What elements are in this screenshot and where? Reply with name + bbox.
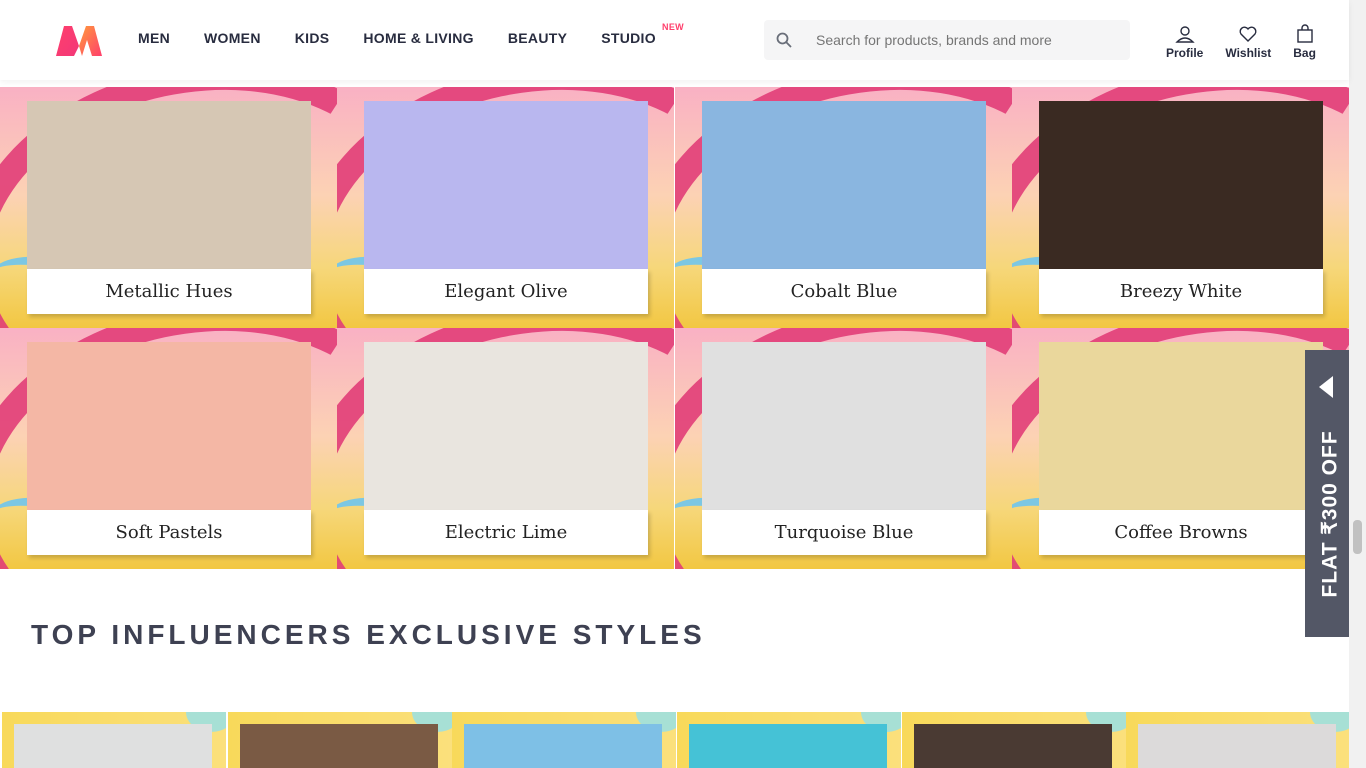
collapse-arrow-icon[interactable] [1319,376,1333,398]
nav-studio-label: STUDIO [601,30,656,46]
color-tile[interactable]: Cobalt Blue [675,87,1012,328]
heart-icon [1239,26,1257,42]
influencer-photo[interactable] [914,724,1112,768]
influencer-photo[interactable] [464,724,662,768]
bag-button[interactable]: Bag [1293,24,1316,60]
studio-logo-icon [416,730,434,750]
page-scrollbar[interactable] [1349,0,1366,768]
influencer-card[interactable] [1126,712,1350,768]
tile-photo[interactable] [702,342,986,510]
color-tile[interactable]: Electric Lime [337,328,674,569]
tile-label-box: Breezy White [1039,269,1323,314]
profile-label: Profile [1166,46,1204,60]
influencer-photo[interactable] [1138,724,1336,768]
profile-button[interactable]: Profile [1166,24,1203,60]
nav-men[interactable]: MEN [138,30,170,46]
studio-logo-icon [1090,730,1108,750]
tile-label-box: Electric Lime [364,510,648,555]
influencer-card[interactable] [228,712,452,768]
influencer-card[interactable] [902,712,1126,768]
tile-photo[interactable] [364,342,648,510]
tile-label-box: Elegant Olive [364,269,648,314]
tile-photo[interactable] [1039,342,1323,510]
nav-beauty[interactable]: BEAUTY [508,30,567,46]
studio-logo-icon [1314,730,1332,750]
header-actions: Profile Wishlist Bag [1166,24,1316,60]
color-tile[interactable]: Turquoise Blue [675,328,1012,569]
color-tile[interactable]: Breezy White [1012,87,1349,328]
section-title: TOP INFLUENCERS EXCLUSIVE STYLES [31,619,706,650]
color-tile[interactable]: Coffee Browns [1012,328,1349,569]
wishlist-label: Wishlist [1225,46,1272,60]
user-icon [1174,26,1195,43]
tile-label-box: Coffee Browns [1039,510,1323,555]
bag-label: Bag [1293,46,1316,60]
tile-label: Breezy White [1119,281,1243,302]
influencer-photo[interactable] [689,724,887,768]
studio-logo-icon [190,730,208,750]
search-input[interactable] [814,31,1118,49]
tile-photo[interactable] [364,101,648,269]
color-tile[interactable]: Soft Pastels [0,328,337,569]
tile-label: Elegant Olive [444,281,568,302]
tile-label-box: Cobalt Blue [702,269,986,314]
studio-logo-icon [640,730,658,750]
main-nav: MEN WOMEN KIDS HOME & LIVING BEAUTY STUD… [138,22,690,46]
top-header: MEN WOMEN KIDS HOME & LIVING BEAUTY STUD… [0,0,1349,80]
tile-label: Turquoise Blue [774,522,914,543]
nav-women[interactable]: WOMEN [204,30,261,46]
tile-label-box: Metallic Hues [27,269,311,314]
tile-label: Coffee Browns [1114,522,1248,543]
new-badge: NEW [662,22,684,32]
tile-photo[interactable] [702,101,986,269]
bag-icon [1296,24,1313,43]
wishlist-button[interactable]: Wishlist [1225,24,1271,60]
tile-photo[interactable] [27,342,311,510]
influencer-card[interactable] [677,712,901,768]
color-tile[interactable]: Metallic Hues [0,87,337,328]
coupon-text: FLAT ₹300 OFF [1318,430,1342,598]
tile-label: Metallic Hues [105,281,233,302]
search-bar [764,20,1130,60]
nav-kids[interactable]: KIDS [295,30,330,46]
coupon-tab[interactable]: FLAT ₹300 OFF [1305,350,1349,637]
tile-label-box: Soft Pastels [27,510,311,555]
tile-label: Soft Pastels [115,522,223,543]
influencer-photo[interactable] [14,724,212,768]
tile-label: Electric Lime [444,522,568,543]
tile-photo[interactable] [1039,101,1323,269]
influencer-photo[interactable] [240,724,438,768]
influencer-card[interactable] [2,712,226,768]
nav-studio[interactable]: STUDIO NEW [601,22,683,46]
studio-logo-icon [865,730,883,750]
influencer-card[interactable] [452,712,676,768]
color-tile[interactable]: Elegant Olive [337,87,674,328]
tile-label: Cobalt Blue [790,281,898,302]
tile-label-box: Turquoise Blue [702,510,986,555]
scrollbar-thumb[interactable] [1353,520,1362,554]
myntra-logo[interactable] [54,24,104,58]
nav-home-living[interactable]: HOME & LIVING [363,30,473,46]
tile-photo[interactable] [27,101,311,269]
search-icon[interactable] [764,32,804,48]
